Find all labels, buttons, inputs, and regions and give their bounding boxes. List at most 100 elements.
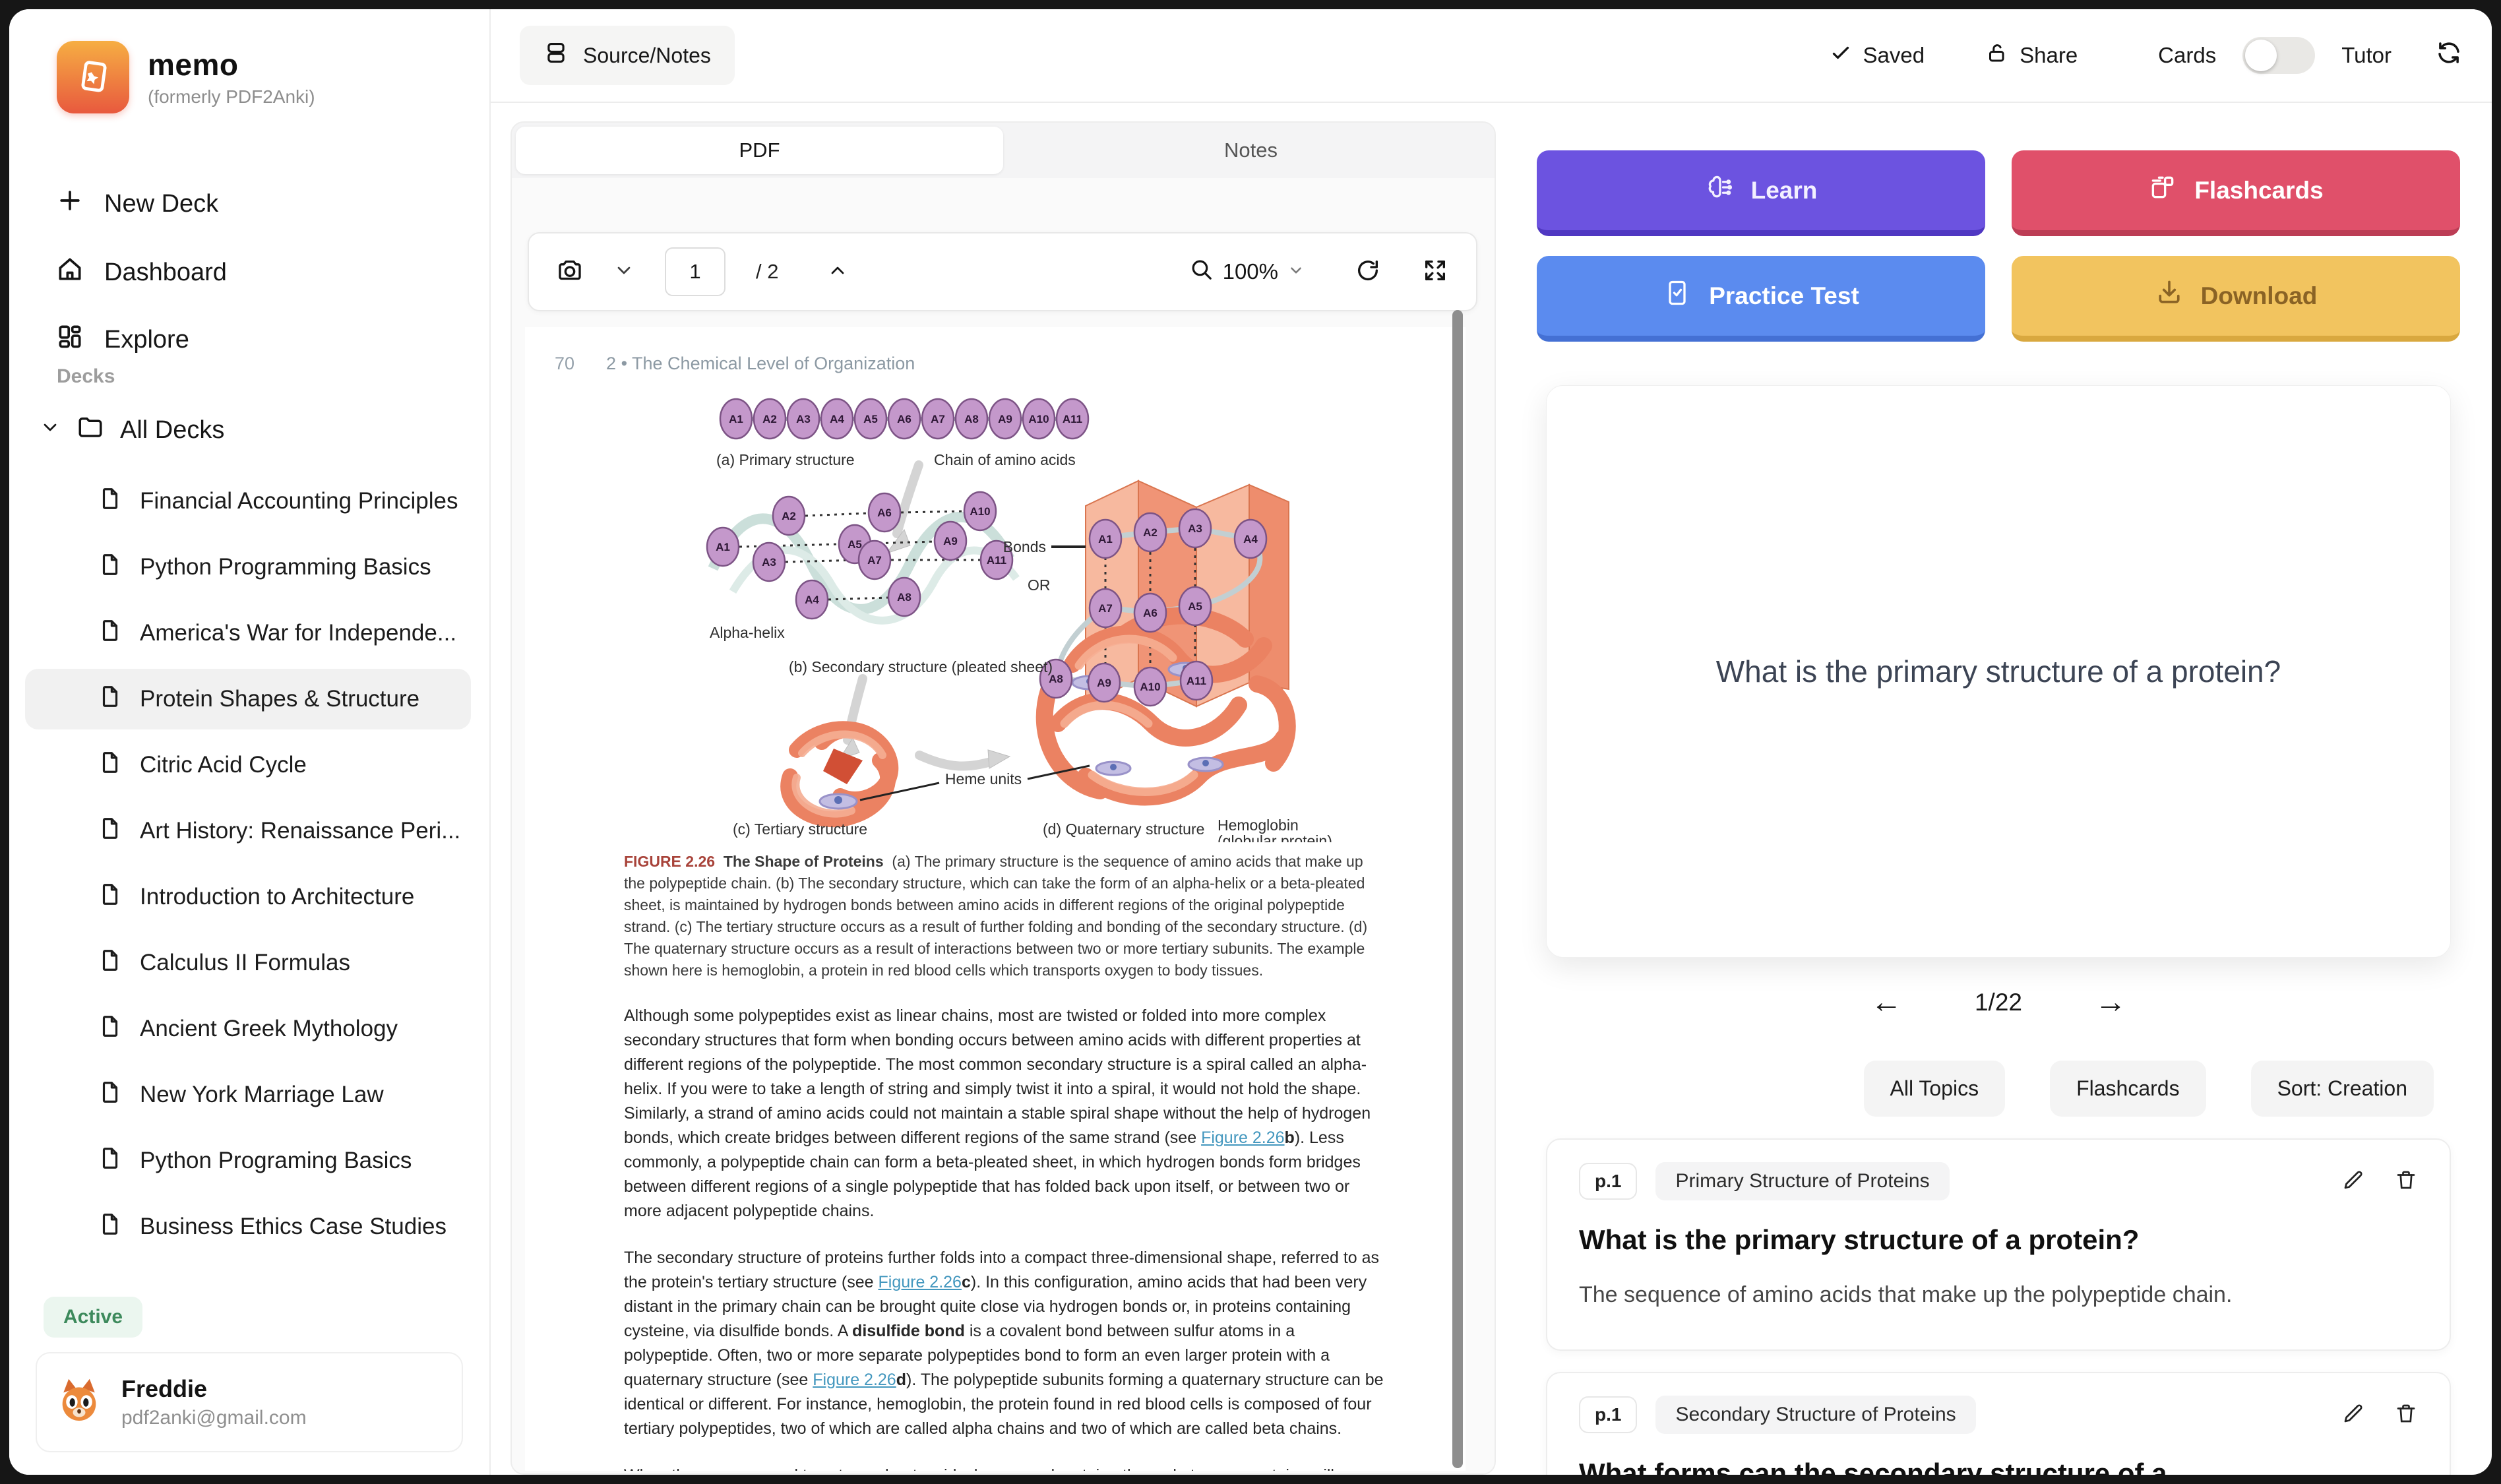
- svg-text:(c) Tertiary structure: (c) Tertiary structure: [733, 820, 867, 838]
- svg-text:A7: A7: [867, 554, 882, 567]
- figure-2-26d-link[interactable]: Figure 2.26: [813, 1371, 896, 1389]
- deck-item[interactable]: Introduction to Architecture: [25, 867, 471, 927]
- next-card-button[interactable]: →: [2095, 984, 2126, 1020]
- file-icon: [98, 816, 123, 847]
- flashcard-pager: ← 1/22 →: [1537, 984, 2460, 1020]
- svg-text:Heme units: Heme units: [945, 770, 1022, 788]
- filter-bar: All Topics Flashcards Sort: Creation: [1864, 1061, 2434, 1117]
- deck-item-label: Calculus II Formulas: [140, 950, 350, 976]
- learn-button[interactable]: Learn: [1537, 150, 1985, 236]
- deck-item[interactable]: Calculus II Formulas: [25, 933, 471, 993]
- saved-label: Saved: [1863, 43, 1925, 68]
- svg-text:A9: A9: [998, 413, 1012, 425]
- figure-2-26b-link[interactable]: Figure 2.26: [1201, 1128, 1284, 1147]
- chevron-down-icon: [40, 416, 61, 445]
- flashcards-filter[interactable]: Flashcards: [2050, 1061, 2206, 1117]
- prev-card-button[interactable]: ←: [1870, 984, 1902, 1020]
- file-icon: [98, 618, 123, 649]
- zoom-level: 100%: [1223, 259, 1278, 284]
- plus-icon: [55, 186, 84, 222]
- share-label: Share: [2020, 43, 2078, 68]
- all-decks-folder[interactable]: All Decks: [40, 413, 224, 447]
- dashboard-label: Dashboard: [104, 259, 227, 287]
- flashcard-preview[interactable]: What is the primary structure of a prote…: [1546, 385, 2451, 958]
- svg-text:OR: OR: [1028, 576, 1051, 594]
- svg-text:A8: A8: [897, 591, 911, 603]
- protein-structure-figure: A1A2A3A4A5A6A7A8A9A10A11 A2A6A10A1A5A9A3…: [624, 381, 1389, 842]
- viewer-tabbar: PDF Notes: [512, 123, 1495, 178]
- trash-icon[interactable]: [2394, 1402, 2418, 1429]
- svg-text:A1: A1: [729, 413, 743, 425]
- new-deck-button[interactable]: New Deck: [55, 186, 218, 222]
- svg-text:A7: A7: [931, 413, 945, 425]
- figure-2-26c-link[interactable]: Figure 2.26: [879, 1273, 962, 1291]
- file-icon: [98, 750, 123, 781]
- user-name: Freddie: [121, 1375, 307, 1403]
- app-window: memo (formerly PDF2Anki) New Deck Dashbo…: [9, 9, 2492, 1475]
- search-icon: [1189, 257, 1214, 287]
- flashcards-button[interactable]: Flashcards: [2012, 150, 2460, 236]
- cards-tutor-toggle[interactable]: [2242, 37, 2315, 74]
- pdf-scrollbar[interactable]: [1452, 310, 1463, 1468]
- explore-label: Explore: [104, 326, 189, 354]
- all-decks-label: All Decks: [120, 416, 224, 445]
- svg-text:A5: A5: [1188, 600, 1202, 613]
- practice-test-button[interactable]: Practice Test: [1537, 256, 1985, 342]
- download-button[interactable]: Download: [2012, 256, 2460, 342]
- svg-text:A6: A6: [897, 413, 911, 425]
- pdf-page-number: 70: [555, 354, 574, 374]
- zoom-control[interactable]: 100%: [1189, 257, 1305, 287]
- svg-text:(b) Secondary structure (pleat: (b) Secondary structure (pleated sheet): [789, 658, 1053, 675]
- snapshot-button[interactable]: [557, 257, 583, 287]
- svg-text:A3: A3: [762, 556, 776, 569]
- sort-filter[interactable]: Sort: Creation: [2251, 1061, 2434, 1117]
- deck-item[interactable]: America's War for Independe...: [25, 603, 471, 664]
- source-notes-button[interactable]: Source/Notes: [520, 26, 735, 85]
- flashcard-list-item: p.1 Secondary Structure of Proteins What…: [1546, 1372, 2451, 1475]
- download-icon: [2155, 278, 2184, 313]
- download-label: Download: [2201, 282, 2318, 310]
- grid-icon: [55, 322, 84, 357]
- deck-item[interactable]: Python Programming Basics: [25, 537, 471, 598]
- deck-item[interactable]: Protein Shapes & Structure: [25, 669, 471, 729]
- page-down-button[interactable]: [613, 260, 634, 284]
- deck-item-label: Financial Accounting Principles: [140, 488, 458, 514]
- deck-item[interactable]: Art History: Renaissance Peri...: [25, 801, 471, 861]
- deck-item[interactable]: Financial Accounting Principles: [25, 471, 471, 532]
- page-up-button[interactable]: [827, 260, 848, 284]
- deck-item-label: Citric Acid Cycle: [140, 752, 307, 778]
- all-topics-filter[interactable]: All Topics: [1864, 1061, 2006, 1117]
- card-question: What forms can the secondary structure o…: [1579, 1458, 2418, 1475]
- svg-text:(globular protein): (globular protein): [1218, 832, 1332, 842]
- sidebar-item-dashboard[interactable]: Dashboard: [55, 255, 227, 290]
- svg-text:Chain of amino acids: Chain of amino acids: [934, 451, 1076, 468]
- svg-text:Bonds: Bonds: [1003, 538, 1046, 555]
- camera-icon: [557, 257, 583, 287]
- chevron-up-icon: [827, 260, 848, 284]
- tab-pdf[interactable]: PDF: [516, 127, 1003, 174]
- deck-item[interactable]: Ancient Greek Mythology: [25, 999, 471, 1059]
- page-number-input[interactable]: [665, 247, 726, 296]
- refresh-button[interactable]: [2435, 39, 2463, 72]
- deck-item[interactable]: Citric Acid Cycle: [25, 735, 471, 795]
- sidebar: memo (formerly PDF2Anki) New Deck Dashbo…: [9, 9, 491, 1475]
- deck-item[interactable]: New York Marriage Law: [25, 1065, 471, 1125]
- svg-text:A10: A10: [1028, 413, 1049, 425]
- rotate-button[interactable]: [1355, 257, 1381, 287]
- card-counter: 1/22: [1975, 989, 2022, 1016]
- pdf-paragraph-3: When they are exposed to extreme heat, a…: [624, 1464, 1386, 1471]
- fullscreen-button[interactable]: [1422, 257, 1448, 287]
- panels-icon: [543, 40, 569, 71]
- trash-icon[interactable]: [2394, 1168, 2418, 1195]
- share-button[interactable]: Share: [1985, 41, 2078, 70]
- sidebar-item-explore[interactable]: Explore: [55, 322, 189, 357]
- svg-text:A4: A4: [1243, 533, 1258, 545]
- user-profile[interactable]: Freddie pdf2anki@gmail.com: [36, 1352, 463, 1452]
- deck-item[interactable]: Python Programing Basics: [25, 1130, 471, 1191]
- chevron-down-icon: [1287, 259, 1305, 284]
- tab-notes[interactable]: Notes: [1007, 123, 1495, 178]
- edit-icon[interactable]: [2341, 1168, 2365, 1195]
- deck-item[interactable]: Business Ethics Case Studies: [25, 1196, 471, 1257]
- edit-icon[interactable]: [2341, 1402, 2365, 1429]
- file-icon: [98, 1212, 123, 1243]
